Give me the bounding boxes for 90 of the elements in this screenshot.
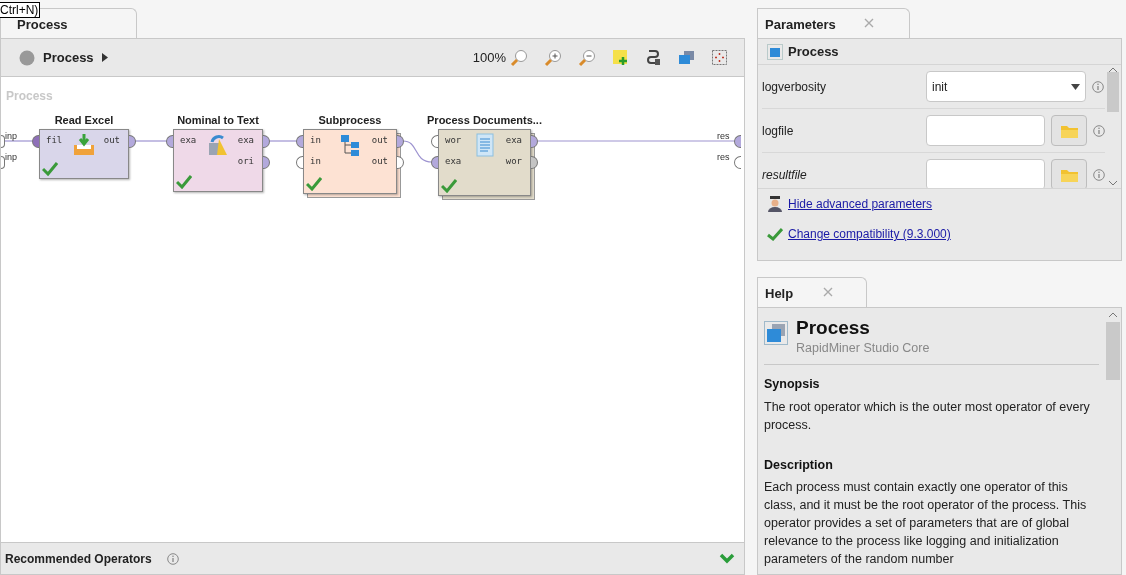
section-heading: Description: [764, 456, 834, 474]
port-label: exa: [445, 155, 462, 168]
port[interactable]: [166, 135, 173, 148]
port[interactable]: [1, 135, 5, 148]
port-label: exa: [505, 134, 523, 147]
help-text: The root operator which is the outer most operator of every process.: [764, 398, 1091, 434]
add-note-icon[interactable]: [612, 49, 630, 66]
zoom-reset-icon[interactable]: [510, 48, 529, 67]
parameter-label: resultfile: [762, 166, 808, 184]
port[interactable]: [32, 135, 39, 148]
dropdown[interactable]: init: [926, 71, 1086, 102]
close-icon[interactable]: [863, 18, 874, 28]
port-label: fil: [46, 134, 63, 147]
port[interactable]: [1, 156, 5, 169]
tooltip: Ctrl+N): [0, 2, 41, 18]
operator-box[interactable]: [173, 129, 263, 192]
caret-icon[interactable]: [101, 53, 108, 62]
scroll-down-icon[interactable]: [1108, 180, 1118, 186]
parameter-label: logverbosity: [762, 78, 828, 96]
info-icon[interactable]: [166, 552, 179, 565]
operator-label: Process Documents...: [427, 113, 542, 128]
port[interactable]: [397, 135, 404, 148]
info-icon[interactable]: [1092, 80, 1104, 93]
scroll-thumb[interactable]: [1106, 322, 1120, 380]
folder-icon: [1060, 123, 1078, 138]
zoom-out-icon[interactable]: [578, 48, 597, 67]
port[interactable]: [296, 156, 303, 169]
check-icon: [767, 227, 783, 241]
port[interactable]: [431, 156, 438, 169]
operator-name: Process: [788, 42, 839, 61]
port-label: out: [371, 134, 389, 147]
download-tray-icon: [72, 133, 96, 157]
folder-icon: [1060, 167, 1078, 182]
panel-title: Recommended Operators: [5, 550, 152, 568]
tree-icon: [338, 133, 362, 157]
port[interactable]: [129, 135, 136, 148]
port-label: wor: [505, 155, 523, 168]
link[interactable]: Change compatibility (9.3.000): [788, 225, 951, 243]
port-label: in: [310, 155, 321, 168]
breadcrumb-item[interactable]: Process: [43, 47, 94, 68]
operator-label: Nominal to Text: [177, 113, 259, 128]
port[interactable]: [734, 135, 741, 148]
port-label: res: [717, 130, 730, 143]
link[interactable]: Hide advanced parameters: [788, 195, 933, 213]
port[interactable]: [531, 135, 538, 148]
info-icon[interactable]: [1093, 124, 1105, 137]
info-icon[interactable]: [1093, 168, 1105, 181]
help-subtitle: RapidMiner Studio Core: [796, 340, 930, 357]
operator-label: Read Excel: [54, 113, 114, 128]
port-label: wor: [445, 134, 462, 147]
scroll-up-icon[interactable]: [1108, 312, 1118, 318]
help-title: Process: [796, 316, 871, 339]
port-label: ori: [237, 155, 255, 168]
person-icon: [767, 196, 783, 212]
operator-label: Subprocess: [318, 113, 382, 128]
parameters-tab[interactable]: Parameters: [757, 8, 910, 38]
section-heading: Synopsis: [764, 375, 821, 393]
port-label: inp: [5, 130, 17, 143]
port-label: out: [103, 134, 121, 147]
fit-icon[interactable]: [711, 49, 729, 66]
port-label: res: [717, 151, 730, 164]
operator-box[interactable]: [39, 129, 129, 179]
zoom-in-icon[interactable]: [544, 48, 563, 67]
port[interactable]: [263, 135, 270, 148]
port-label: exa: [180, 134, 197, 147]
layers-icon[interactable]: [678, 49, 696, 66]
process-icon: [767, 43, 783, 60]
caret-icon: [1071, 83, 1080, 90]
process-icon: [764, 321, 788, 345]
help-text: Each process must contain exactly one operator of this class, and it must be the root operator of the process. This operator provides a set of parameters that are of global relevance to the process like logging and initialization parameters of the random number: [764, 479, 1088, 569]
port[interactable]: [263, 156, 270, 169]
scroll-thumb[interactable]: [1107, 71, 1119, 112]
process-icon: [19, 49, 35, 66]
zoom-level: 100%: [472, 48, 507, 67]
close-icon[interactable]: [823, 287, 834, 297]
port-label: in: [310, 134, 321, 147]
port-label: inp: [5, 151, 17, 164]
port-label: out: [371, 155, 389, 168]
input-field[interactable]: [926, 159, 1045, 188]
plug-icon[interactable]: [645, 49, 663, 66]
port[interactable]: [734, 156, 741, 169]
port[interactable]: [431, 135, 438, 148]
port[interactable]: [296, 135, 303, 148]
parameter-label: logfile: [762, 122, 795, 140]
port[interactable]: [397, 156, 404, 169]
shapes-icon: [206, 133, 230, 157]
port[interactable]: [531, 156, 538, 169]
chevron-down-icon[interactable]: [719, 553, 736, 564]
input-field[interactable]: [926, 115, 1045, 146]
port-label: exa: [237, 134, 255, 147]
